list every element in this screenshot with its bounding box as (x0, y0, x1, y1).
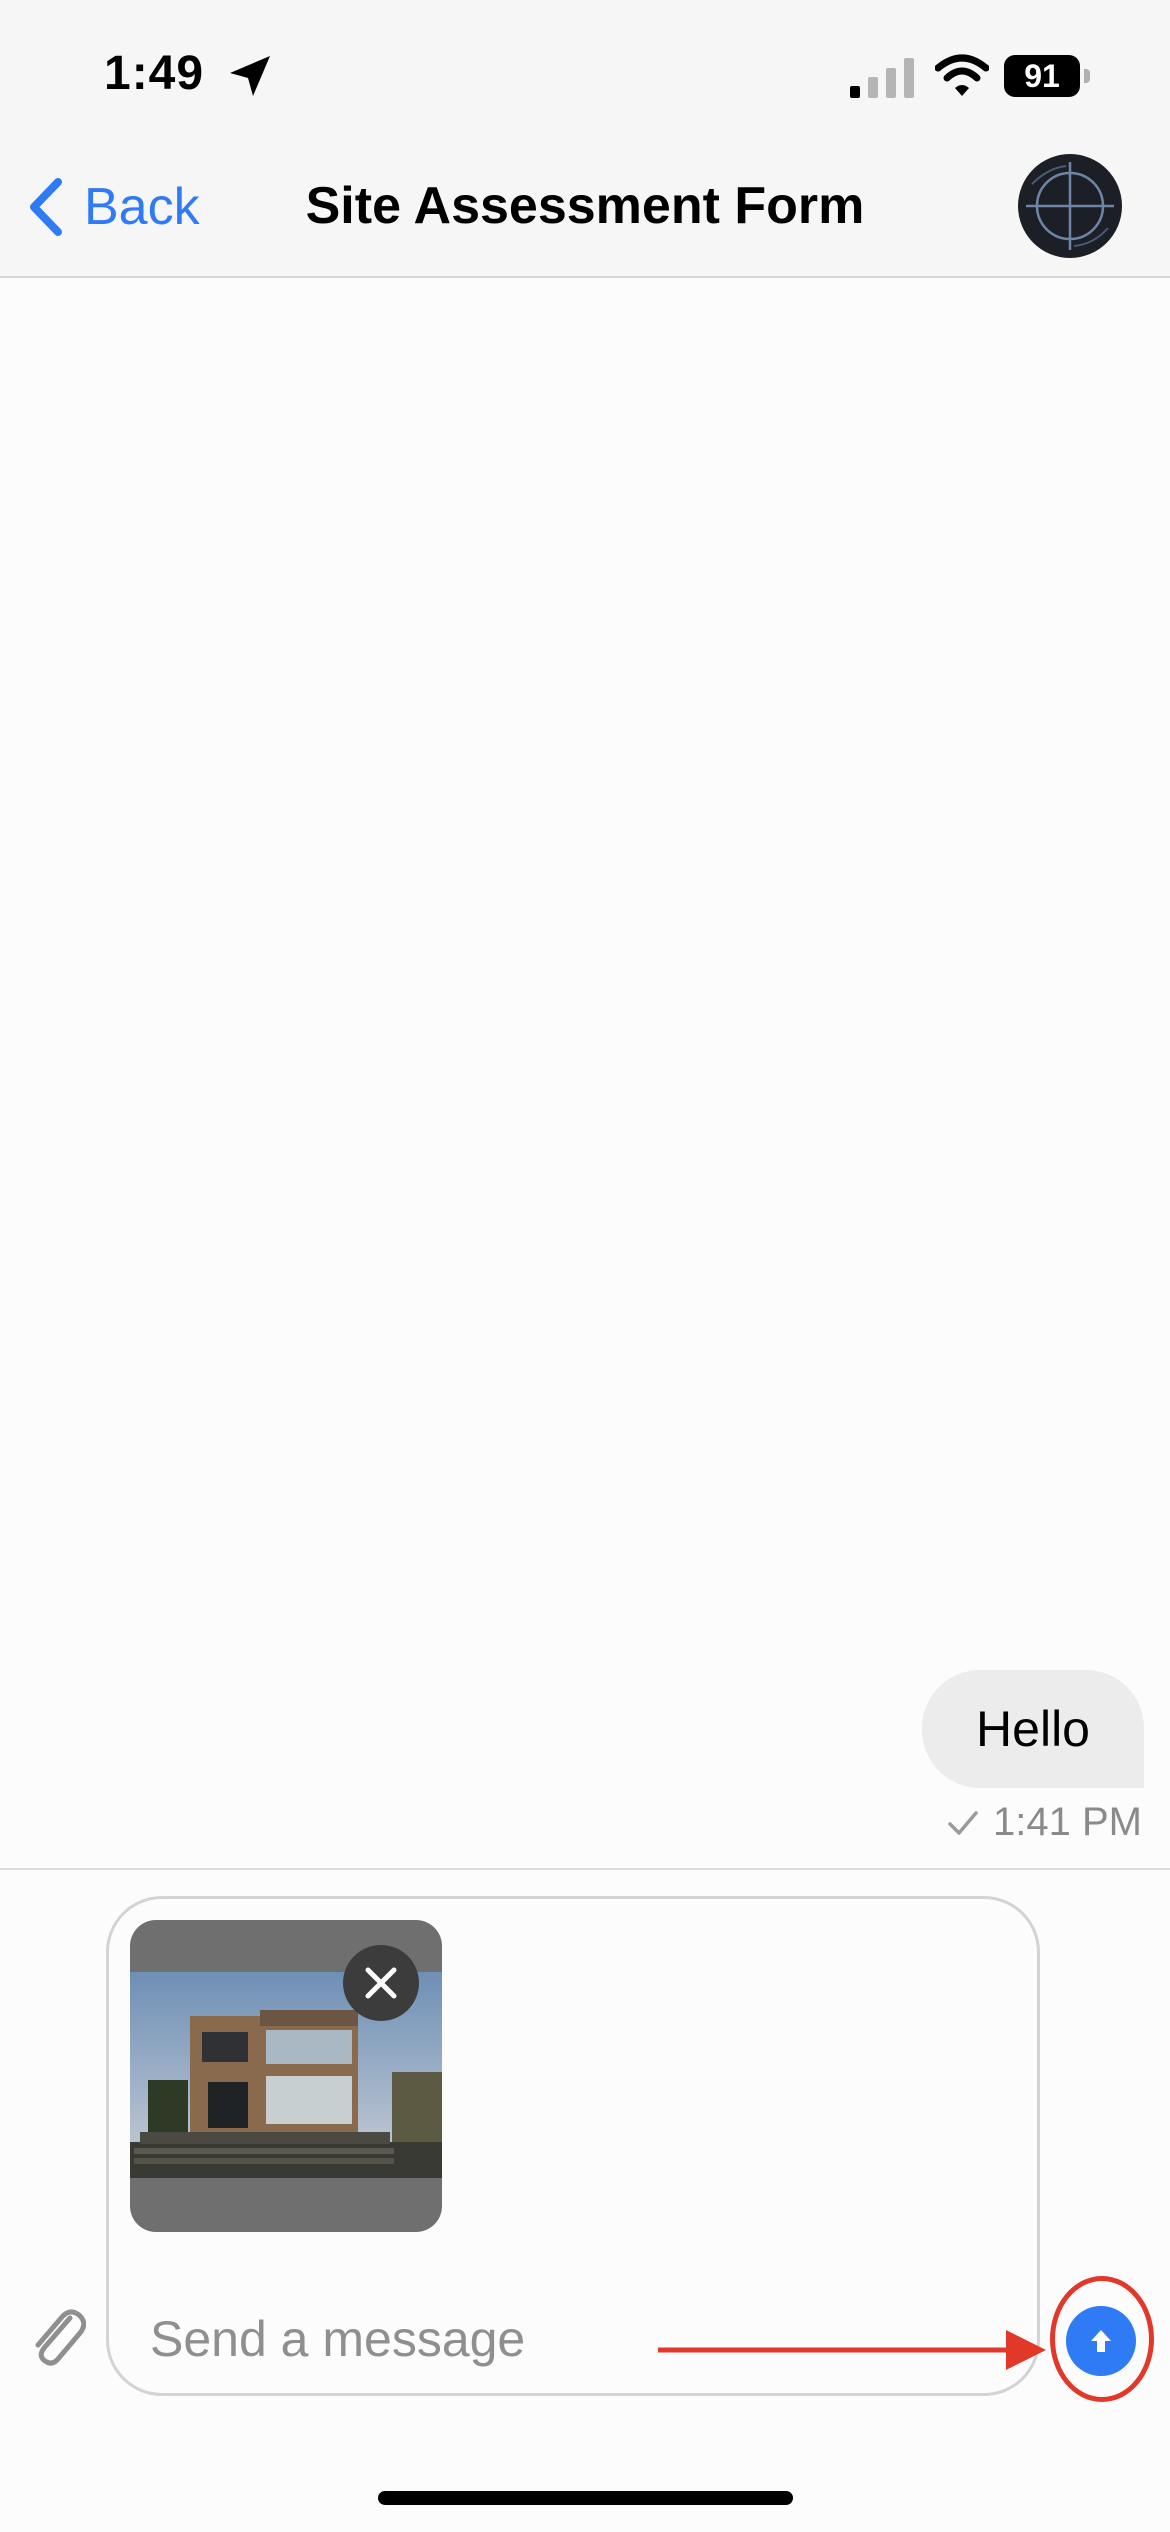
cellular-signal-icon (850, 58, 914, 98)
paperclip-icon[interactable] (26, 2302, 86, 2368)
message-meta: 1:41 PM (947, 1800, 1142, 1845)
chevron-left-icon (30, 178, 62, 236)
battery-indicator: 91 (1004, 55, 1090, 97)
home-indicator (378, 2491, 793, 2505)
annotation-arrow-icon (658, 2330, 1046, 2370)
location-arrow-icon (230, 56, 270, 96)
check-icon (948, 1810, 978, 1835)
message-time: 1:41 PM (993, 1800, 1142, 1844)
highlight-circle (1050, 2276, 1154, 2402)
battery-level: 91 (1004, 55, 1080, 97)
battery-cap (1084, 69, 1090, 83)
message-bubble[interactable]: Hello (922, 1670, 1144, 1788)
remove-attachment-button[interactable] (343, 1945, 419, 2021)
wifi-icon (935, 54, 989, 96)
logo-crosshair-icon (1026, 162, 1114, 250)
status-time: 1:49 (104, 47, 205, 100)
close-icon (365, 1967, 397, 1999)
status-bar: 1:49 91 (0, 0, 1170, 150)
back-button[interactable]: Back (26, 174, 200, 240)
back-label: Back (84, 178, 200, 236)
avatar[interactable] (1018, 154, 1122, 258)
message-text: Hello (976, 1701, 1090, 1757)
nav-bar: Site Assessment Form Back (0, 150, 1170, 278)
composer-divider (0, 1868, 1170, 1870)
